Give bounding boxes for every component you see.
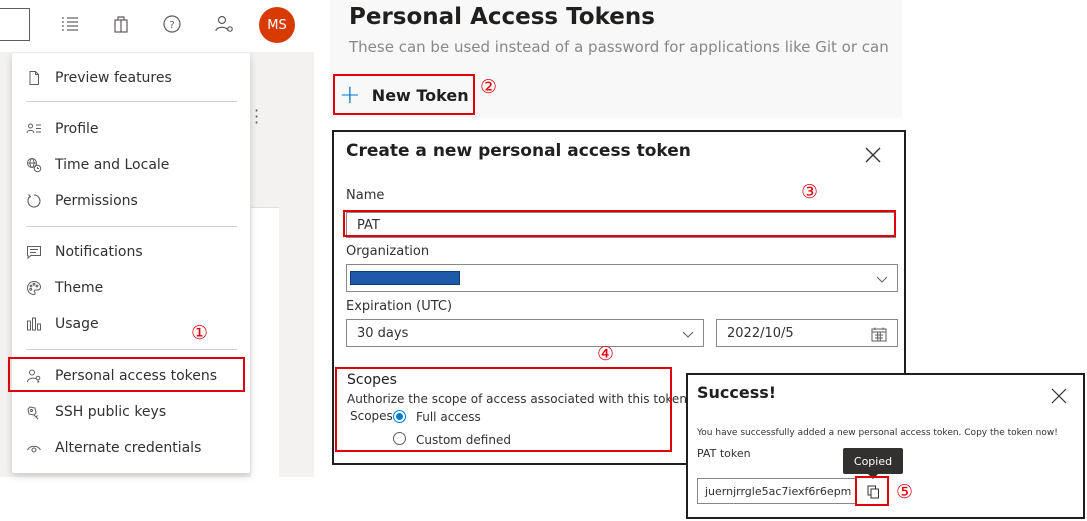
highlight-box-step-4 bbox=[335, 367, 672, 452]
menu-item-label: Permissions bbox=[55, 193, 138, 209]
palette-icon bbox=[27, 280, 42, 296]
step-marker-3: ③ bbox=[801, 181, 819, 203]
step-marker-2: ② bbox=[480, 76, 498, 98]
profile-icon bbox=[26, 123, 41, 134]
token-value: juernjrrgle5ac7iexf6r6epm bbox=[705, 484, 852, 498]
menu-item-ssh-public-keys[interactable]: SSH public keys bbox=[12, 395, 250, 429]
copied-tooltip: Copied bbox=[843, 448, 903, 479]
menu-item-label: Preview features bbox=[55, 70, 172, 86]
page-title: Personal Access Tokens bbox=[349, 4, 655, 30]
menu-item-label: Theme bbox=[55, 280, 104, 296]
menu-item-label: SSH public keys bbox=[55, 404, 167, 420]
date-value: 2022/10/5 bbox=[727, 325, 794, 341]
menu-item-notifications[interactable]: Notifications bbox=[12, 235, 250, 269]
highlight-box-step-1 bbox=[8, 357, 245, 392]
token-input[interactable]: juernjrrgle5ac7iexf6r6epm bbox=[697, 478, 857, 504]
top-bar: ? MS bbox=[0, 0, 314, 52]
menu-divider bbox=[26, 101, 237, 102]
eye-icon bbox=[27, 445, 41, 453]
menu-item-permissions[interactable]: Permissions bbox=[12, 184, 250, 218]
menu-item-label: Alternate credentials bbox=[55, 440, 202, 456]
dialog-title: Create a new personal access token bbox=[346, 141, 691, 161]
organization-label: Organization bbox=[346, 244, 430, 259]
highlight-box-step-3 bbox=[343, 210, 896, 237]
menu-item-label: Usage bbox=[55, 316, 99, 332]
organization-redacted bbox=[350, 271, 460, 285]
menu-item-alternate-credentials[interactable]: Alternate credentials bbox=[12, 431, 250, 465]
highlight-box-step-5 bbox=[855, 476, 889, 506]
expiration-value: 30 days bbox=[357, 325, 409, 341]
step-marker-4: ④ bbox=[597, 343, 615, 365]
user-menu: Preview features Profile Time and Locale… bbox=[12, 53, 250, 473]
menu-item-theme[interactable]: Theme bbox=[12, 271, 250, 305]
globe-clock-icon bbox=[27, 158, 42, 173]
token-label: PAT token bbox=[697, 447, 751, 460]
help-icon[interactable]: ? bbox=[161, 13, 183, 35]
step-marker-5: ⑤ bbox=[896, 481, 914, 503]
chevron-down-icon bbox=[682, 331, 694, 338]
avatar[interactable]: MS bbox=[259, 7, 295, 43]
highlight-box-step-2 bbox=[333, 74, 475, 115]
chevron-down-icon bbox=[876, 276, 888, 283]
more-options-icon[interactable]: · · · bbox=[252, 103, 260, 131]
chart-icon bbox=[27, 317, 41, 331]
name-label: Name bbox=[346, 188, 385, 203]
menu-item-preview-features[interactable]: Preview features bbox=[12, 61, 250, 95]
expiration-select[interactable]: 30 days bbox=[346, 319, 704, 347]
menu-item-label: Profile bbox=[55, 121, 99, 137]
user-settings-icon[interactable] bbox=[213, 13, 235, 35]
svg-text:?: ? bbox=[169, 20, 174, 31]
menu-item-label: Notifications bbox=[55, 244, 143, 260]
calendar-icon[interactable] bbox=[871, 327, 887, 342]
message-icon bbox=[27, 246, 41, 260]
expiration-date-picker[interactable]: 2022/10/5 bbox=[716, 319, 898, 347]
shopping-bag-icon[interactable] bbox=[110, 13, 132, 35]
close-icon[interactable] bbox=[862, 144, 884, 166]
key-icon bbox=[27, 406, 39, 420]
task-list-icon[interactable] bbox=[59, 13, 81, 35]
document-icon bbox=[29, 71, 39, 85]
expiration-label: Expiration (UTC) bbox=[346, 299, 453, 314]
menu-item-time-and-locale[interactable]: Time and Locale bbox=[12, 148, 250, 182]
page-subtitle: These can be used instead of a password … bbox=[349, 38, 889, 56]
refresh-icon bbox=[27, 194, 41, 208]
menu-item-label: Time and Locale bbox=[55, 157, 170, 173]
success-message: You have successfully added a new person… bbox=[697, 428, 1058, 438]
organization-select[interactable] bbox=[346, 264, 898, 292]
background-card bbox=[251, 207, 279, 477]
menu-item-usage[interactable]: Usage bbox=[12, 307, 250, 341]
step-marker-1: ① bbox=[191, 322, 209, 344]
success-title: Success! bbox=[697, 383, 777, 402]
close-icon[interactable] bbox=[1050, 387, 1068, 405]
menu-divider bbox=[26, 226, 237, 227]
menu-divider bbox=[26, 349, 237, 350]
menu-item-profile[interactable]: Profile bbox=[12, 112, 250, 146]
search-box[interactable] bbox=[0, 8, 30, 41]
